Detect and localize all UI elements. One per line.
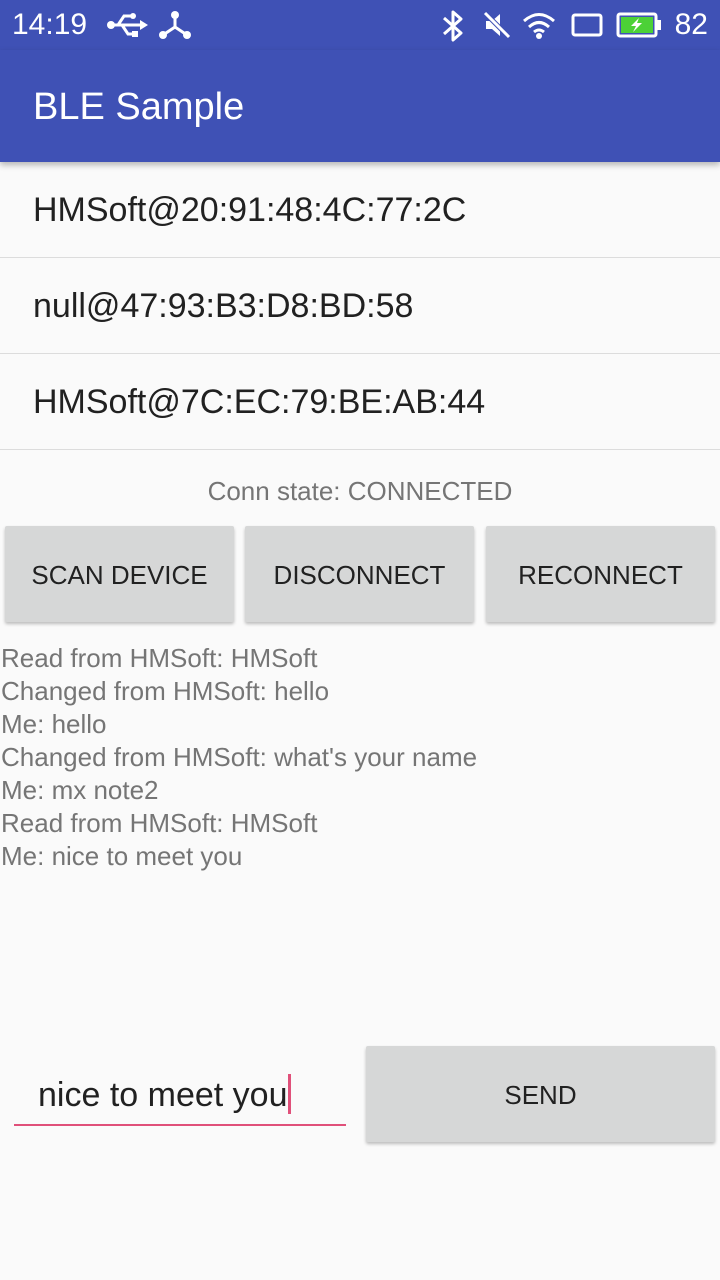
connection-state: Conn state: CONNECTED <box>207 476 513 506</box>
log-line: Me: hello <box>1 709 107 739</box>
text-cursor <box>288 1074 292 1114</box>
log-line: Me: nice to meet you <box>1 841 243 871</box>
reconnect-button[interactable]: RECONNECT <box>486 526 715 622</box>
usb-icon <box>107 13 148 37</box>
log-line: Me: mx note2 <box>1 775 159 805</box>
scan-device-button[interactable]: SCAN DEVICE <box>5 526 234 622</box>
screen-icon <box>571 13 603 37</box>
log-line: Changed from HMSoft: hello <box>1 676 330 706</box>
message-input-text: nice to meet you <box>38 1076 288 1114</box>
device-item[interactable]: HMSoft@7C:EC:79:BE:AB:44 <box>0 354 720 450</box>
mute-icon <box>483 11 511 39</box>
battery-icon <box>616 12 661 38</box>
log-line: Read from HMSoft: HMSoft <box>1 808 318 838</box>
app-bar: BLE Sample <box>0 50 720 162</box>
log-line: Read from HMSoft: HMSoft <box>1 643 318 673</box>
device-list: HMSoft@20:91:48:4C:77:2C null@47:93:B3:D… <box>0 162 720 450</box>
send-button[interactable]: SEND <box>366 1046 715 1142</box>
wifi-icon <box>523 13 555 39</box>
message-input[interactable]: nice to meet you <box>14 1070 346 1126</box>
battery-percent: 82 <box>674 8 708 41</box>
status-time: 14:19 <box>12 8 88 41</box>
share-icon <box>159 11 191 39</box>
bluetooth-icon <box>443 10 463 42</box>
log-line: Changed from HMSoft: what's your name <box>1 742 478 772</box>
status-bar: 14:19 82 <box>0 0 720 50</box>
message-log: Read from HMSoft: HMSoft Changed from HM… <box>1 642 719 873</box>
app-title: BLE Sample <box>33 86 245 128</box>
message-input-value: nice to meet you <box>38 1074 292 1115</box>
device-item[interactable]: null@47:93:B3:D8:BD:58 <box>0 258 720 354</box>
disconnect-button[interactable]: DISCONNECT <box>245 526 474 622</box>
device-item[interactable]: HMSoft@20:91:48:4C:77:2C <box>0 162 720 258</box>
